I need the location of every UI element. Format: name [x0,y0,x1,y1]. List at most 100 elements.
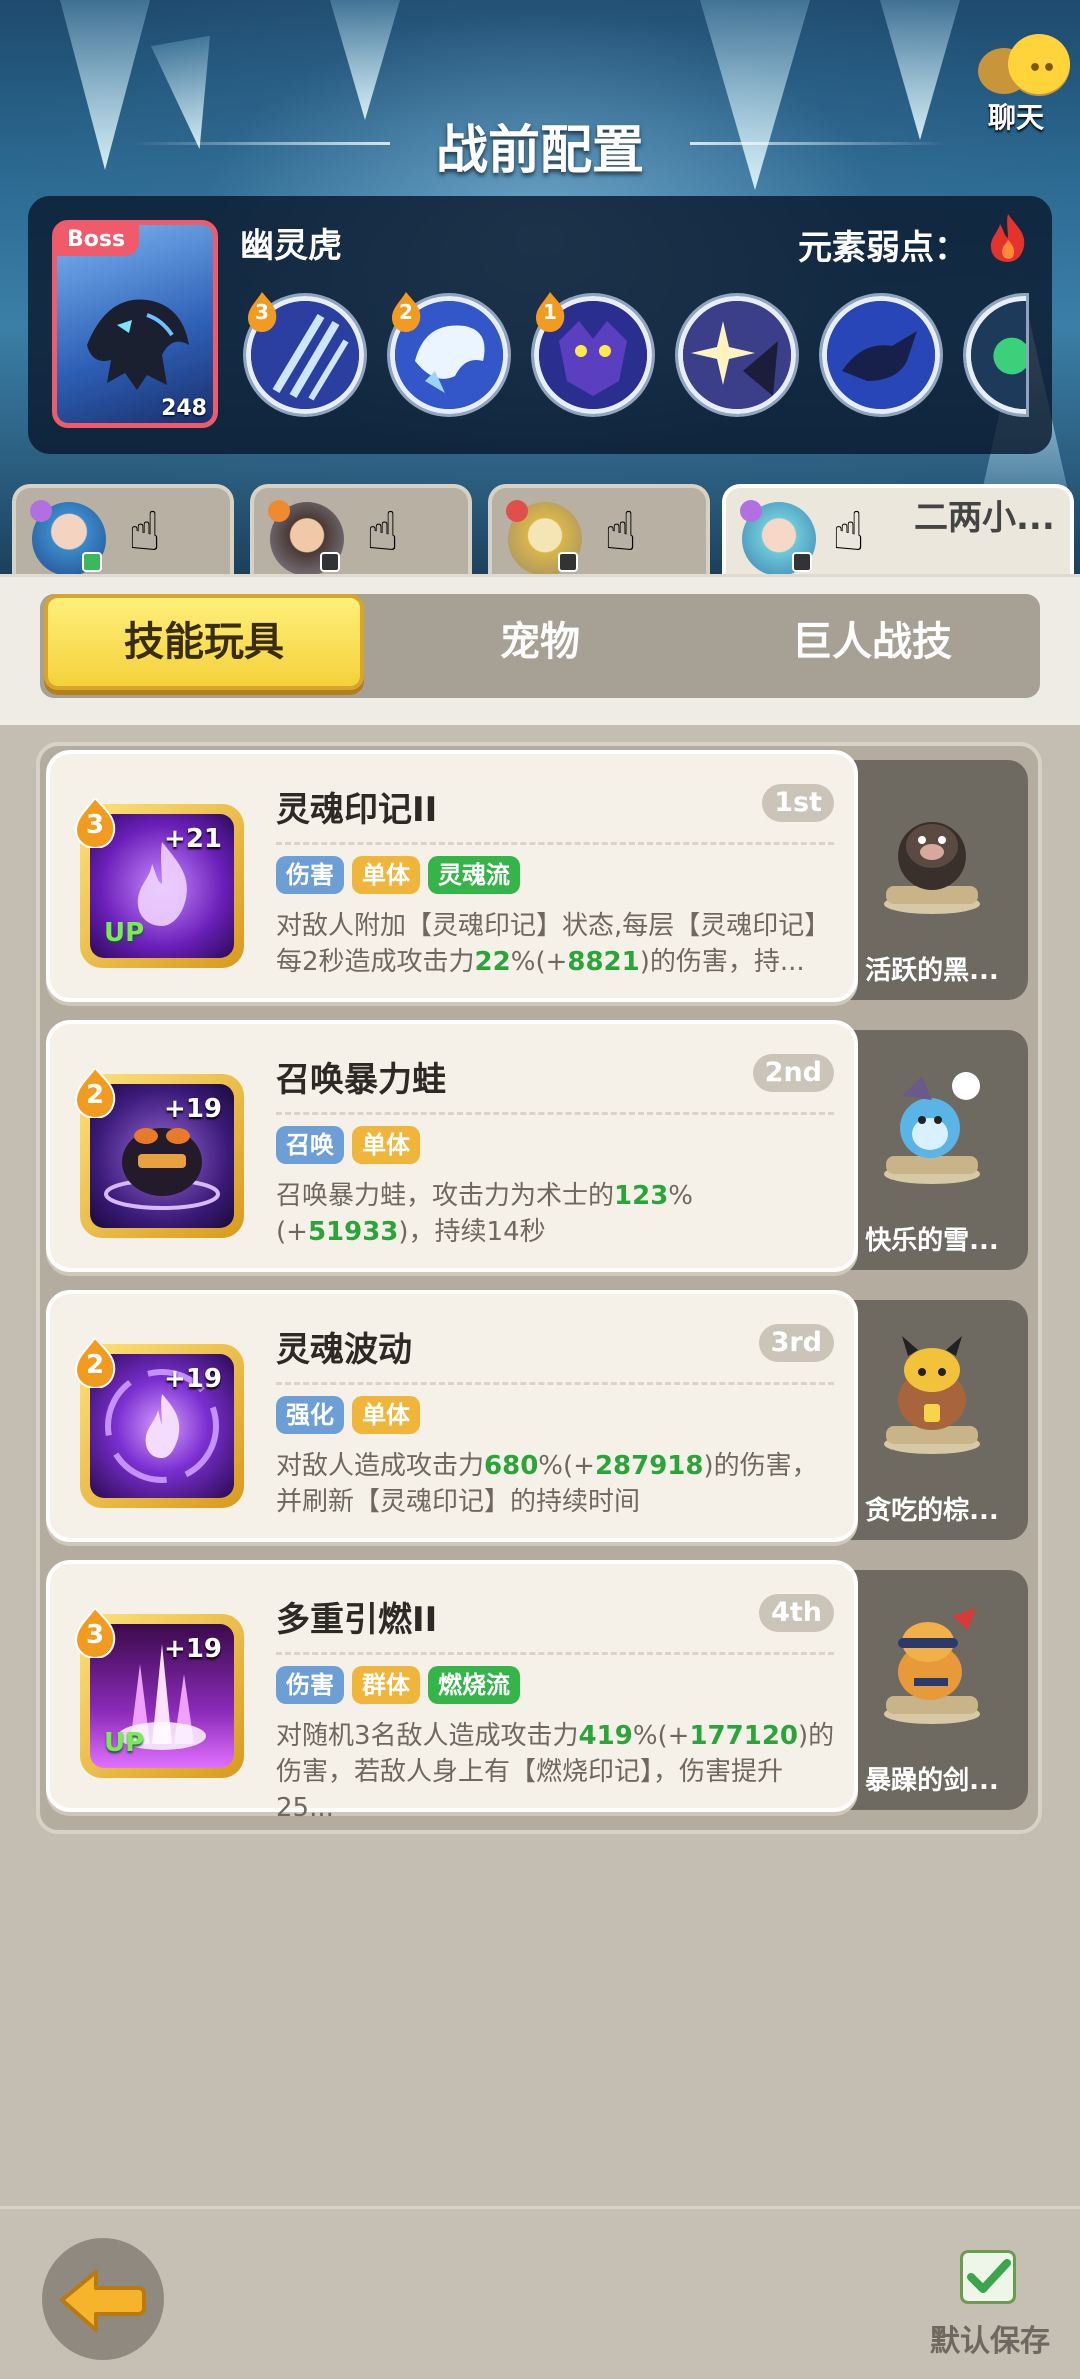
player-name: 二两小... [914,498,1055,538]
pet-slot[interactable]: 快乐的雪... [836,1030,1028,1270]
star-strike-icon [683,301,791,409]
skill-level: 3 [85,1620,105,1650]
pet-name: 贪吃的棕... [865,1496,999,1526]
skill-name: 召唤暴力蛙 [276,1060,446,1100]
status-badge-icon [82,552,102,572]
green-orb-icon [971,301,1026,409]
class-mark-icon [506,500,528,522]
element-weakness-label: 元素弱点： [798,228,968,268]
skill-up-badge: UP [104,918,145,948]
skill-tags: 伤害 群体 燃烧流 [276,1666,520,1706]
skill-level-badge: 2 [74,1336,116,1390]
skill-tag: 伤害 [276,1666,344,1704]
skill-upgrade-count: +19 [164,1364,222,1394]
skill-row[interactable]: 暴躁的剑... +19 UP 3 多重引燃II 4th 伤害 群体 燃烧流 对随… [46,1560,1028,1823]
skill-description: 对随机3名敌人造成攻击力419%(+177120)的伤害，若敌人身上有【燃烧印记… [276,1721,835,1823]
boss-skill-level-badge: 1 [534,292,566,332]
pet-slot[interactable]: 贪吃的棕... [836,1300,1028,1540]
skill-card[interactable]: +19 2 召唤暴力蛙 2nd 召唤 单体 召唤暴力蛙，攻击力为术士的123%(… [46,1020,858,1272]
pet-name: 暴躁的剑... [865,1766,999,1796]
boss-skill-level: 2 [399,300,413,324]
skill-name: 多重引燃II [276,1600,438,1640]
skill-rank-badge: 4th [759,1594,834,1632]
skill-name: 灵魂波动 [276,1330,412,1370]
skill-tag: 群体 [352,1666,420,1704]
skill-row[interactable]: 快乐的雪... +19 2 召唤暴力蛙 2nd 召唤 单体 召唤暴力蛙，攻击力为… [46,1020,1028,1272]
skill-tag: 燃烧流 [428,1666,520,1704]
divider [276,1112,834,1115]
tab-pets[interactable]: 宠物 [380,594,700,690]
chat-label: 聊天 [988,101,1045,134]
skill-card[interactable]: +21 UP 3 灵魂印记II 1st 伤害 单体 灵魂流 对敌人附加【灵魂印记… [46,750,858,1002]
boss-portrait[interactable]: Boss 248 [52,220,218,428]
skill-rank-badge: 3rd [758,1324,834,1362]
skill-description: 召唤暴力蛙，攻击力为术士的123%(+51933)，持续14秒 [276,1181,694,1247]
pet-name: 快乐的雪... [865,1226,999,1256]
skill-level: 2 [85,1350,105,1380]
team-slot-1[interactable]: ☝ [12,484,234,582]
fire-icon [990,214,1025,262]
class-mark-icon [268,500,290,522]
skill-upgrade-count: +19 [164,1634,222,1664]
ghost-tiger-icon [87,299,189,390]
boss-skill-partial[interactable] [966,296,1026,414]
boss-skill-level: 1 [543,300,557,324]
pet-slot[interactable]: 暴躁的剑... [836,1570,1028,1810]
skill-tags: 召唤 单体 [276,1126,420,1166]
team-slot-2[interactable]: ☝ [250,484,472,582]
boss-skill-level-badge: 2 [390,292,422,332]
team-slot-4[interactable]: ☝ 二两小... [722,484,1074,582]
skill-level: 3 [85,810,105,840]
divider [276,1382,834,1385]
back-button[interactable] [42,2238,164,2360]
tab-skill-toys[interactable]: 技能玩具 [44,594,364,690]
tab-giant-skills[interactable]: 巨人战技 [712,594,1032,690]
tab-bar: 技能玩具 宠物 巨人战技 [40,594,1040,698]
skill-card[interactable]: +19 2 灵魂波动 3rd 强化 单体 对敌人造成攻击力680%(+28791… [46,1290,858,1542]
class-mark-icon [740,500,762,522]
status-badge-icon [320,552,340,572]
sword-cat-pet-icon [884,1608,980,1724]
skill-description: 对敌人造成攻击力680%(+287918)的伤害，并刷新【灵魂印记】的持续时间 [276,1451,818,1517]
pointing-hand-icon: ☝ [604,500,637,563]
boss-panel: Boss 248 幽灵虎 元素弱点： 3 2 1 [28,196,1052,454]
skill-tag: 召唤 [276,1126,344,1164]
brown-bear-pet-icon [884,1336,980,1454]
boss-skill-level-badge: 3 [246,292,278,332]
skill-level-badge: 2 [74,1066,116,1120]
boss-skill-strike[interactable] [678,296,796,414]
skill-tag: 单体 [352,1126,420,1164]
skill-tag: 单体 [352,1396,420,1434]
skill-rank-badge: 1st [762,784,834,822]
skill-row[interactable]: 贪吃的棕... +19 2 灵魂波动 3rd 强化 单体 对敌人造成攻击力680… [46,1290,1028,1542]
divider [276,842,834,845]
default-save-checkbox[interactable] [960,2250,1016,2304]
pounce-tiger-icon [827,301,935,409]
pet-slot[interactable]: 活跃的黑... [836,760,1028,1000]
skill-rank-badge: 2nd [752,1054,834,1092]
class-mark-icon [30,500,52,522]
boss-tag: Boss [57,225,140,256]
skill-tag: 单体 [352,856,420,894]
chat-button[interactable]: •• 聊天 [970,28,1080,134]
skill-tags: 强化 单体 [276,1396,420,1436]
skill-upgrade-count: +21 [164,824,222,854]
skill-description: 对敌人附加【灵魂印记】状态,每层【灵魂印记】每2秒造成攻击力22%(+8821)… [276,911,831,977]
team-slots: ☝ ☝ ☝ ☝ 二两小... [0,484,1080,582]
snow-creature-pet-icon [884,1072,980,1184]
team-slot-3[interactable]: ☝ [488,484,710,582]
skill-name: 灵魂印记II [276,790,438,830]
skill-tags: 伤害 单体 灵魂流 [276,856,520,896]
pet-name: 活跃的黑... [865,956,999,986]
skill-level-badge: 3 [74,796,116,850]
skill-upgrade-count: +19 [164,1094,222,1124]
boss-skill-pounce[interactable] [822,296,940,414]
skill-row[interactable]: 活跃的黑... +21 UP 3 灵魂印记II 1st 伤害 单体 灵魂流 对敌… [46,750,1028,1002]
boss-skill-level: 3 [255,300,269,324]
page-title: 战前配置 [435,121,644,181]
skill-tag: 伤害 [276,856,344,894]
back-arrow-icon [60,2270,146,2332]
skill-card[interactable]: +19 UP 3 多重引燃II 4th 伤害 群体 燃烧流 对随机3名敌人造成攻… [46,1560,858,1823]
status-badge-icon [792,552,812,572]
pointing-hand-icon: ☝ [366,500,399,563]
